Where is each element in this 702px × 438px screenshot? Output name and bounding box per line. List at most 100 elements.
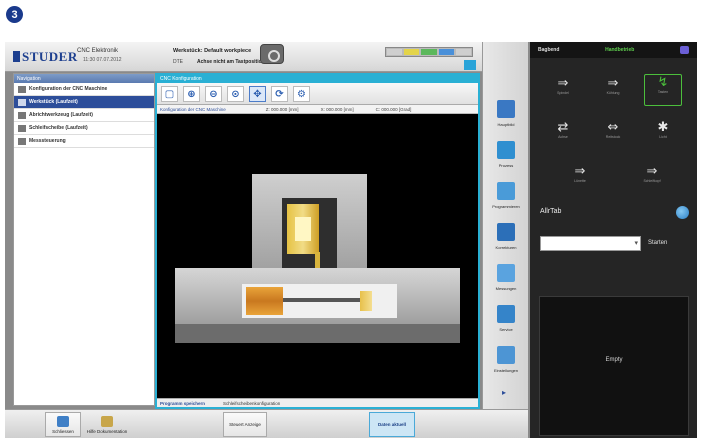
manual-operation-panel: Bagbend Handbetrieb ⇒ Spindel ⇒ Kühlung …	[530, 42, 697, 438]
button-caption: Licht	[659, 135, 667, 139]
button-label: Steuert Anzeige	[229, 422, 261, 427]
steady-rest-icon: ⇒	[574, 164, 586, 179]
zoom-fit-button[interactable]: ⊙	[227, 86, 244, 102]
view-settings-button[interactable]: ⚙	[293, 86, 310, 102]
studer-logo: STUDER	[13, 49, 78, 65]
button-label: Einstellungen	[493, 368, 519, 373]
z-coordinate: Z: 000.000 [mm]	[265, 107, 299, 112]
programming-icon	[497, 182, 515, 200]
probe-button[interactable]: ↯ Tasten	[644, 74, 682, 106]
settings-list-icon	[497, 346, 515, 364]
close-window-icon	[57, 415, 69, 427]
axis-icon: ⇄	[557, 120, 569, 135]
light-icon: ✱	[657, 120, 669, 135]
button-caption: Lünette	[574, 179, 586, 183]
window-toggle-icon[interactable]	[464, 60, 476, 70]
machine-3d-view[interactable]	[157, 114, 478, 399]
grinding-head-button[interactable]: ⇒ Schleifkopf	[616, 164, 688, 192]
sidebar-item-label: Konfiguration der CNC Maschine	[29, 86, 108, 92]
button-caption: Achse	[558, 135, 568, 139]
axis-button[interactable]: ⇄ Achse	[544, 120, 582, 148]
button-label: Hilfe Dokumentation	[86, 428, 128, 434]
wheel-icon	[18, 124, 26, 132]
pan-button[interactable]: ✥	[249, 86, 266, 102]
corrections-button[interactable]: Korrekturen	[486, 221, 526, 259]
bottom-command-bar: Schliessen Hilfe Dokumentation Steuert A…	[5, 409, 528, 438]
zoom-in-button[interactable]: ⊕	[183, 86, 200, 102]
sidebar-item-workpiece[interactable]: Werkstück (Laufzeit)	[14, 96, 154, 109]
service-icon	[497, 305, 515, 323]
cnc-application-screen: STUDER CNC Elektronik 11:30 07.07.2012 W…	[5, 42, 697, 438]
button-caption: Reitstock	[605, 135, 621, 139]
measurements-button[interactable]: Messungen	[486, 262, 526, 300]
save-program-link[interactable]: Programm speichern	[160, 401, 205, 406]
rotate-button[interactable]: ⟳	[271, 86, 288, 102]
machine-mode: DTE	[173, 59, 183, 65]
control-display-button[interactable]: Steuert Anzeige	[223, 412, 267, 437]
panel-menu-icon[interactable]	[680, 46, 689, 54]
sidebar-item-label: Schleifscheibe (Laufzeit)	[29, 125, 88, 131]
probe-icon: ↯	[657, 75, 669, 90]
start-button[interactable]: Starten	[648, 236, 667, 251]
main-image-button[interactable]: Hauptbild	[486, 98, 526, 136]
step-number-badge: 3	[6, 6, 23, 23]
camera-icon[interactable]	[260, 44, 284, 64]
status-led	[455, 49, 472, 55]
button-label: Korrekturen	[495, 245, 517, 250]
sidebar-header: Navigation	[14, 74, 154, 83]
app-date-time: 11:30 07.07.2012	[83, 57, 122, 63]
sidebar-item-wheel[interactable]: Schleifscheibe (Laufzeit)	[14, 122, 154, 135]
tab-handbetrieb[interactable]: Handbetrieb	[605, 47, 634, 53]
grinding-head-icon: ⇒	[646, 164, 658, 179]
close-button[interactable]: Schliessen	[45, 412, 81, 437]
wheel-head-insert	[295, 217, 311, 241]
process-button[interactable]: Prozess	[486, 139, 526, 177]
frame-button[interactable]: ▢	[161, 86, 178, 102]
c-coordinate: C: 000.000 [Grad]	[375, 107, 412, 112]
light-button[interactable]: ✱ Licht	[644, 120, 682, 148]
sidebar-item-label: Messsteuerung	[29, 138, 66, 144]
button-caption: Kühlung	[606, 91, 620, 95]
button-label: Messungen	[495, 286, 517, 291]
sidebar-item-gauge[interactable]: Messsteuerung	[14, 135, 154, 148]
workpiece-icon	[18, 98, 26, 106]
graphic-toolbar: ▢ ⊕ ⊖ ⊙ ✥ ⟳ ⚙	[157, 83, 478, 105]
axis-coordinates: Z: 000.000 [mm] X: 000.000 [mm] C: 000.0…	[265, 107, 412, 112]
sidebar-item-dresser[interactable]: Abrichtwerkzeug (Laufzeit)	[14, 109, 154, 122]
help-documentation-button[interactable]: Hilfe Dokumentation	[83, 412, 131, 437]
graphic-footer: Programm speichern Schleifscheibenkonfig…	[157, 398, 478, 407]
wheel-head-stem	[315, 252, 320, 268]
zoom-out-button[interactable]: ⊖	[205, 86, 222, 102]
globe-icon[interactable]	[676, 206, 689, 219]
sidebar-item-machine-config[interactable]: Konfiguration der CNC Maschine	[14, 83, 154, 96]
info-label: Konfiguration der CNC Maschine	[160, 107, 226, 112]
footer-status: Schleifscheibenkonfiguration	[223, 401, 281, 406]
tailstock	[360, 291, 372, 311]
alltab-label: AllrTab	[540, 208, 562, 215]
spindle-button[interactable]: ⇒ Spindel	[544, 76, 582, 104]
tailstock-button[interactable]: ⇔ Reitstock	[594, 120, 632, 148]
coolant-button[interactable]: ⇒ Kühlung	[594, 76, 632, 104]
more-arrow-icon[interactable]: ▸	[502, 388, 506, 397]
button-label: Programmieren	[492, 204, 520, 209]
corrections-icon	[497, 223, 515, 241]
app-title: CNC Elektronik	[77, 48, 119, 54]
button-label: Schliessen	[52, 428, 74, 434]
status-led	[404, 49, 420, 55]
button-label: Hauptbild	[497, 122, 515, 127]
help-folder-icon	[101, 415, 113, 427]
gauge-icon	[18, 137, 26, 145]
steady-rest-button[interactable]: ⇒ Lünette	[544, 164, 616, 192]
settings-list-button[interactable]: Einstellungen	[486, 344, 526, 382]
status-indicator-strip	[385, 47, 473, 57]
coolant-icon: ⇒	[607, 76, 619, 91]
measurements-icon	[497, 264, 515, 282]
graphic-info-bar: Konfiguration der CNC Maschine Z: 000.00…	[157, 105, 478, 114]
service-button[interactable]: Service	[486, 303, 526, 341]
program-select[interactable]	[540, 236, 641, 251]
programming-button[interactable]: Programmieren	[486, 180, 526, 218]
button-caption: Spindel	[557, 91, 569, 95]
data-current-button[interactable]: Daten aktuell	[369, 412, 415, 437]
tab-bagbend[interactable]: Bagbend	[538, 47, 559, 53]
status-led	[421, 49, 437, 55]
